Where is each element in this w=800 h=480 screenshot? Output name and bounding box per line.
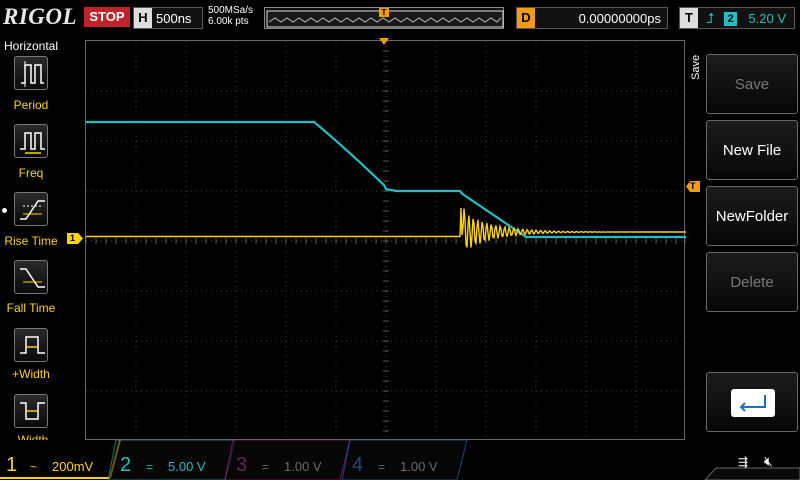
ch1-ground-marker[interactable]: 1 [67, 233, 83, 244]
positive-width-icon [20, 336, 45, 354]
memory-overview-bar[interactable]: T [264, 7, 504, 29]
rising-edge-icon: ⮥ [706, 10, 715, 26]
positive-width-label: +Width [12, 367, 50, 381]
ch2-scale: 5.00 V [168, 459, 206, 474]
trigger-box[interactable]: T ⮥ 2 5.20 V [679, 7, 795, 29]
negative-width-button[interactable] [14, 394, 48, 428]
selection-indicator [2, 208, 7, 213]
channel-2-trace [86, 120, 686, 239]
positive-width-button[interactable] [14, 328, 48, 362]
ch4-number: 4 [352, 454, 364, 476]
trigger-level: 5.20 V [748, 11, 786, 26]
rise-time-icon [20, 200, 45, 220]
negative-width-icon [20, 402, 45, 420]
acquisition-info: 500MSa/s 6.00k pts [208, 5, 253, 27]
ch2-number: 2 [120, 454, 132, 476]
new-file-button[interactable]: New File [706, 120, 798, 180]
trigger-position-marker: T [379, 8, 389, 17]
speaker-muted-icon[interactable]: 🔇︎ [764, 453, 773, 470]
save-menu: Save Save New File NewFolder Delete [686, 40, 800, 440]
waveform-display[interactable] [85, 40, 686, 441]
horizontal-timebase-box[interactable]: H 500ns [133, 7, 203, 29]
channel-1-tab[interactable]: 1 ~ 200mV [0, 440, 110, 480]
freq-label: Freq [18, 166, 44, 180]
ch4-scale: 1.00 V [400, 459, 438, 474]
ch3-coupling: = [262, 460, 270, 474]
rise-time-label: Rise Time [4, 234, 58, 248]
frequency-icon [20, 132, 45, 154]
run-stop-status[interactable]: STOP [84, 7, 130, 27]
horizontal-label: H [134, 8, 152, 28]
rise-time-button[interactable] [14, 192, 48, 226]
top-status-bar: RIGOL STOP H 500ns 500MSa/s 6.00k pts T … [0, 0, 800, 36]
rigol-logo: RIGOL [3, 4, 78, 29]
save-button[interactable]: Save [706, 54, 798, 114]
ch3-scale: 1.00 V [284, 459, 322, 474]
trigger-time-marker [379, 38, 389, 45]
delete-button[interactable]: Delete [706, 252, 798, 312]
panel-title: Horizontal [3, 39, 59, 53]
fall-time-label: Fall Time [6, 301, 56, 315]
timebase-value: 500ns [156, 11, 192, 26]
trigger-source: 2 [724, 12, 737, 26]
trigger-label: T [680, 8, 698, 28]
period-label: Period [13, 98, 49, 112]
frequency-button[interactable] [14, 124, 48, 158]
period-button[interactable] [14, 56, 48, 90]
ch1-number: 1 [6, 454, 18, 476]
horizontal-measure-panel: Horizontal Period Freq Rise Time Fall Ti… [0, 36, 62, 454]
return-button[interactable] [706, 372, 798, 432]
fall-time-button[interactable] [14, 260, 48, 294]
ch2-coupling: = [146, 460, 154, 474]
memory-depth: 6.00k pts [208, 16, 249, 27]
fall-time-icon [20, 268, 45, 288]
menu-title: Save [690, 54, 702, 80]
ch3-number: 3 [236, 454, 248, 476]
channel-2-tab[interactable]: 2 = 5.00 V [116, 440, 226, 480]
ch1-coupling: ~ [30, 460, 38, 474]
usb-icon: ⇶ [738, 455, 749, 469]
return-arrow-icon [731, 389, 775, 417]
delay-box[interactable]: D 0.00000000ps [516, 7, 668, 29]
channel-4-tab[interactable]: 4 = 1.00 V [348, 440, 458, 480]
period-icon [21, 61, 44, 87]
sample-rate: 500MSa/s [208, 5, 254, 16]
channel-3-tab[interactable]: 3 = 1.00 V [232, 440, 342, 480]
delay-value: 0.00000000ps [578, 11, 661, 26]
waveform-grid [86, 41, 686, 441]
channel-status-bar: 1 ~ 200mV 2 = 5.00 V 3 = 1.00 V 4 = 1.00… [0, 440, 800, 480]
ch1-scale: 200mV [52, 459, 94, 474]
delay-label: D [517, 8, 535, 28]
ch4-coupling: = [378, 460, 386, 474]
new-folder-button[interactable]: NewFolder [706, 186, 798, 246]
